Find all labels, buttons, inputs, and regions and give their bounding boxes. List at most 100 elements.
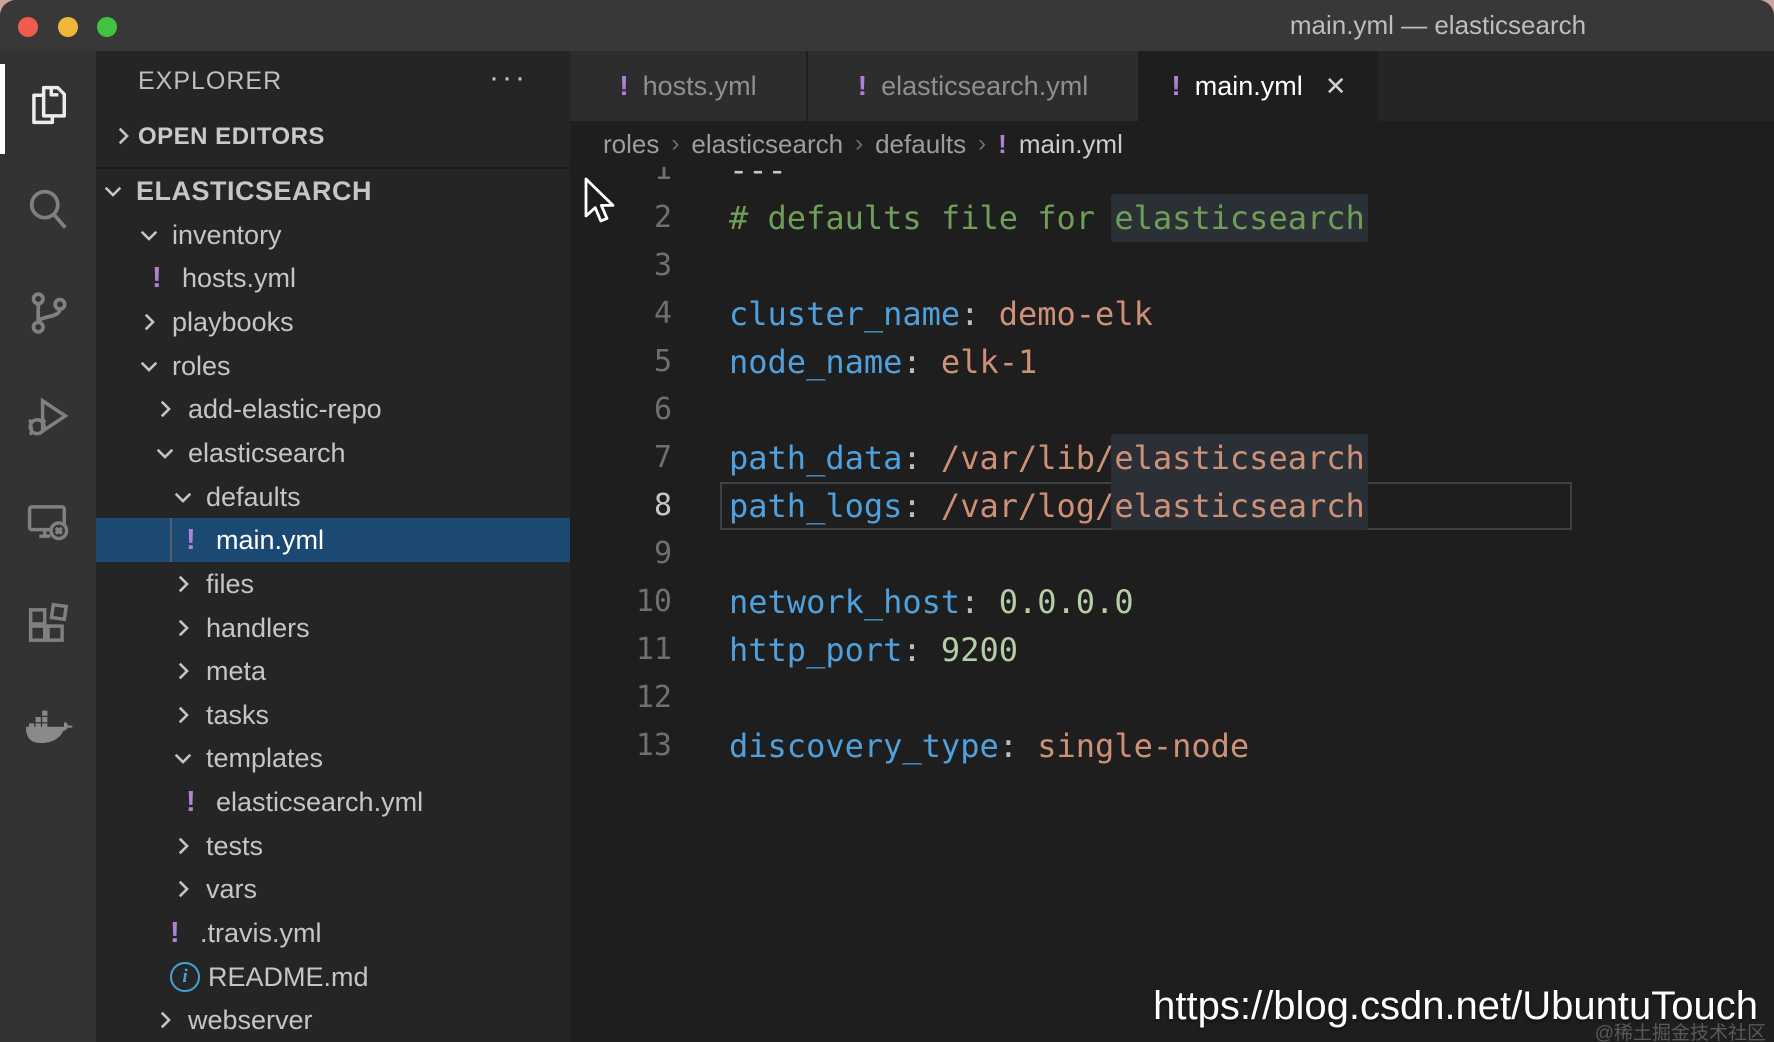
chevron-down-icon [100,169,126,213]
search-activity-button[interactable] [0,161,96,257]
breadcrumb-item-roles[interactable]: roles [603,129,659,160]
minimize-window-button[interactable] [58,17,78,37]
chevron-right-icon [152,998,178,1042]
explorer-activity-button[interactable] [0,57,96,154]
tree-item-readme-md[interactable]: i README.md [96,955,570,999]
tree-item-inventory[interactable]: inventory [96,213,570,257]
chevron-down-icon [152,431,178,475]
close-window-button[interactable] [18,17,38,37]
line-number-12: 12 [635,680,672,715]
tab-modified-icon: ! [619,70,629,101]
tree-item-templates[interactable]: templates [96,736,570,780]
tree-item-elasticsearch[interactable]: ELASTICSEARCH [96,169,570,213]
chevron-down-icon [136,213,162,257]
modified-warning-icon: ! [170,916,180,949]
code-token: /var/lib/ [940,439,1115,477]
window-title: main.yml — elasticsearch [1289,10,1587,40]
maximize-window-button[interactable] [97,17,117,37]
tree-item-files[interactable]: files [96,562,570,606]
tree-item-elasticsearch-yml[interactable]: ! elasticsearch.yml [96,780,570,824]
tree-item-label: elasticsearch [188,438,346,468]
tree-item-handlers[interactable]: handlers [96,606,570,650]
tab-hosts-yml[interactable]: ! hosts.yml [570,51,808,121]
tree-item-webserver[interactable]: webserver [96,998,570,1042]
word-highlight: elasticsearch [1111,434,1368,482]
tree-item-label: main.yml [216,525,325,555]
tree-item-meta[interactable]: meta [96,649,570,693]
tree-item-playbooks[interactable]: playbooks [96,300,570,344]
tree-item-label: handlers [206,613,310,643]
debug-play-icon [22,391,74,443]
tree-item-tasks[interactable]: tasks [96,693,570,737]
extensions-icon [22,599,74,651]
views-and-more-actions-icon[interactable]: ··· [489,51,528,108]
sidebar-header: EXPLORER ··· [96,51,570,108]
tree-item-label: roles [172,351,231,381]
vscode-window: main.yml — elasticsearch EXPLORER ··· OP… [0,0,1774,1042]
run-debug-activity-button[interactable] [0,369,96,465]
tree-item-main-yml[interactable]: ! main.yml [96,518,570,562]
line-number-5: 5 [653,344,672,379]
open-editors-section[interactable]: OPEN EDITORS [96,108,570,169]
tree-item-label: tasks [206,700,270,730]
tab-label: hosts.yml [642,70,757,101]
breadcrumb-item-main-yml[interactable]: main.yml [1019,129,1123,160]
tree-item-label: .travis.yml [200,918,322,948]
code-line-4[interactable]: cluster_name: demo-elk [729,290,1153,338]
code-line-7[interactable]: path_data: /var/lib/elasticsearch [729,434,1368,482]
info-icon: i [170,955,200,999]
code-line-2[interactable]: # defaults file for elasticsearch [729,194,1368,242]
code-token: discovery_type [729,727,999,765]
tree-item-travis-yml[interactable]: ! .travis.yml [96,911,570,955]
tree-item-label: inventory [172,220,282,250]
docker-activity-button[interactable] [0,681,96,777]
code-line-11[interactable]: http_port: 9200 [729,626,1018,674]
tree-item-add-elastic-repo[interactable]: add-elastic-repo [96,387,570,431]
modified-warning-icon: ! [186,523,196,556]
code-token: : [902,487,941,525]
word-highlight: elasticsearch [1111,194,1368,242]
code-editor[interactable]: 1 --- 2 # defaults file for elasticsearch 3 4… [570,121,1774,1042]
tree-item-label: elasticsearch.yml [216,787,424,817]
chevron-right-icon [170,824,196,868]
line-number-10: 10 [635,584,672,619]
code-line-5[interactable]: node_name: elk-1 [729,338,1037,386]
code-token: single-node [1037,727,1250,765]
tree-item-label: defaults [206,482,301,512]
line-number-4: 4 [653,296,672,331]
mouse-cursor [583,177,617,225]
tab-modified-icon: ! [1171,70,1181,101]
tab-main-yml[interactable]: ! main.yml ✕ [1140,51,1378,121]
breadcrumb-item-defaults[interactable]: defaults [875,129,966,160]
code-token: : [960,295,999,333]
tab-modified-icon: ! [857,70,868,101]
tree-item-label: vars [206,874,258,904]
code-line-10[interactable]: network_host: 0.0.0.0 [729,578,1134,626]
files-icon [22,79,74,131]
tab-close-icon[interactable]: ✕ [1325,71,1347,102]
extensions-activity-button[interactable] [0,577,96,673]
chevron-right-icon [170,606,196,650]
breadcrumb-item-elasticsearch[interactable]: elasticsearch [691,129,843,160]
search-icon [22,183,74,235]
code-line-8[interactable]: path_logs: /var/log/elasticsearch [729,482,1368,530]
chevron-right-icon [170,562,196,606]
line-number-7: 7 [653,440,672,475]
chevron-right-icon [170,649,196,693]
code-token: /var/log/ [940,487,1115,525]
tree-item-defaults[interactable]: defaults [96,475,570,519]
code-line-13[interactable]: discovery_type: single-node [729,722,1249,770]
tree-item-roles[interactable]: roles [96,344,570,388]
modified-warning-icon: ! [152,261,162,294]
tree-item-hosts-yml[interactable]: ! hosts.yml [96,256,570,300]
code-token: network_host [729,583,961,621]
git-branch-icon [22,287,74,339]
remote-explorer-activity-button[interactable] [0,473,96,569]
tree-item-vars[interactable]: vars [96,867,570,911]
source-control-activity-button[interactable] [0,265,96,361]
tree-item-elasticsearch[interactable]: elasticsearch [96,431,570,475]
tab-elasticsearch-yml[interactable]: ! elasticsearch.yml [808,51,1140,121]
breadcrumb-separator-icon: › [978,130,987,157]
tree-item-tests[interactable]: tests [96,824,570,868]
code-token: node_name [729,343,903,381]
